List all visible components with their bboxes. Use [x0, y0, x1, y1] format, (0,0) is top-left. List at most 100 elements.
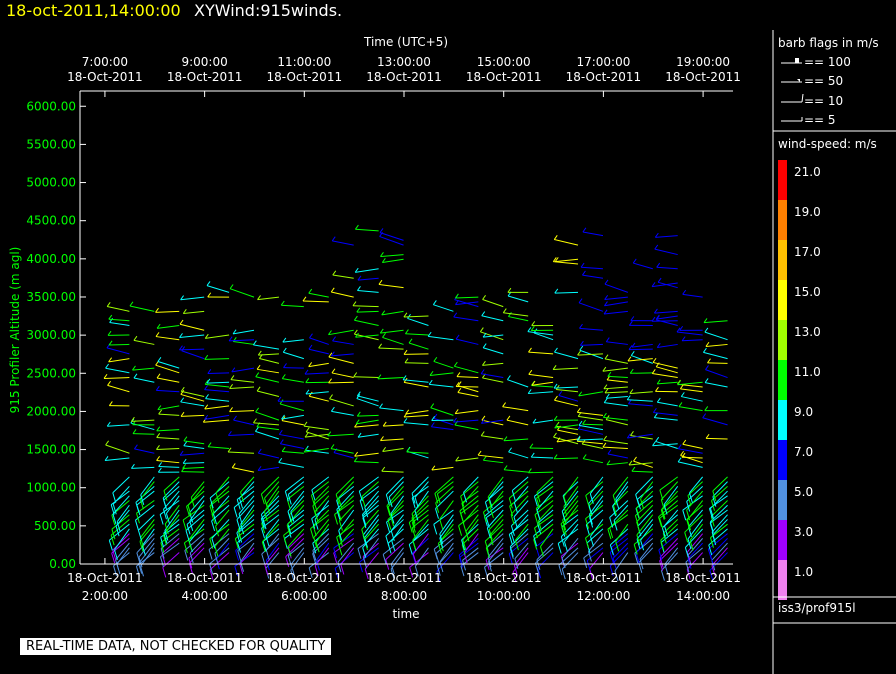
top-axis-label: Time (UTC+5) [363, 35, 448, 49]
wind-barb-flag [578, 420, 583, 426]
wind-barb [540, 528, 554, 547]
wind-barb-flag [439, 519, 444, 530]
wind-barb [356, 310, 379, 313]
wind-barb-flag [653, 413, 658, 418]
wind-barb [380, 329, 404, 334]
wind-barb [589, 476, 604, 494]
bottom-tick-date: 18-Oct-2011 [466, 571, 542, 585]
wind-barb-flag [704, 406, 709, 411]
wind-barb-flag [378, 343, 383, 349]
wind-barb [155, 336, 180, 341]
wind-barb-flag [655, 386, 659, 392]
wind-barb [155, 310, 180, 313]
wind-barb [553, 367, 579, 371]
wind-barb-flag [260, 493, 265, 505]
wind-barb-flag [635, 494, 640, 505]
y-tick-label: 2500.00 [26, 366, 76, 380]
wind-barb [654, 310, 678, 314]
wind-barb-flag [156, 433, 161, 438]
wind-barb [156, 429, 180, 432]
wind-barb [508, 451, 529, 459]
wind-barb-flag [309, 333, 313, 339]
wind-barb [654, 417, 678, 421]
top-tick-date: 18-Oct-2011 [67, 70, 143, 84]
wind-barb-flag [302, 296, 307, 302]
wind-barb-flag [330, 287, 335, 293]
bottom-tick-time: 4:00:00 [181, 589, 227, 603]
wind-barb [129, 305, 155, 312]
wind-barb-flag [359, 500, 364, 511]
barb-legend-full [801, 93, 804, 103]
wind-barb [502, 406, 529, 412]
wind-barb-flag [408, 544, 413, 555]
wind-barb [180, 401, 205, 407]
wind-barb-flag [482, 511, 487, 523]
barb-legend-label: == 5 [804, 113, 836, 127]
wind-barb [604, 301, 628, 307]
top-tick-date: 18-Oct-2011 [466, 70, 542, 84]
wind-barb-flag [502, 308, 507, 314]
wind-barb [130, 422, 155, 431]
wind-barb-flag [482, 455, 487, 461]
wind-barbs [103, 224, 728, 583]
wind-barb-flag [527, 327, 532, 332]
top-tick-date: 18-Oct-2011 [665, 70, 741, 84]
wind-barb [233, 419, 255, 426]
wind-barb [606, 419, 628, 426]
barb-legend-label: == 100 [804, 55, 851, 69]
wind-barb [629, 391, 653, 395]
wind-barb-flag [228, 336, 233, 342]
wind-barb [689, 476, 704, 494]
wind-barb [105, 444, 130, 454]
wind-barb-flag [579, 340, 584, 346]
wind-barb [253, 344, 280, 350]
wind-barb-flag [553, 383, 558, 389]
wind-barb-flag [705, 365, 709, 370]
wind-barb-flag [363, 558, 368, 569]
wind-barb [331, 410, 354, 416]
wind-barb-flag [631, 466, 636, 472]
wind-barb [706, 437, 728, 440]
wind-barb-flag [534, 514, 539, 525]
wind-barb [433, 360, 454, 369]
wind-barb [578, 302, 604, 312]
wind-barb-flag [103, 373, 108, 379]
wind-barb [531, 381, 554, 386]
wind-barb [404, 362, 429, 364]
wind-barb [112, 476, 130, 494]
wind-barb [689, 523, 704, 541]
wind-barb [332, 340, 354, 345]
wind-barb [528, 351, 554, 355]
wind-barb [181, 350, 205, 360]
wind-barb [703, 320, 728, 324]
wind-barb [455, 338, 479, 345]
bottom-tick-date: 18-Oct-2011 [167, 571, 243, 585]
wind-barb [357, 414, 379, 417]
barb-legend-label: == 50 [804, 74, 843, 88]
wind-barb [508, 316, 529, 322]
wind-barb [313, 485, 330, 502]
wind-barb [428, 335, 454, 341]
wind-barb-flag [577, 350, 582, 356]
wind-barb-flag [185, 530, 190, 541]
wind-barb-flag [183, 441, 188, 447]
wind-barb [434, 476, 454, 494]
y-tick-label: 0.00 [49, 557, 76, 571]
wind-barb [190, 481, 205, 498]
wind-barb [356, 419, 379, 425]
wind-barb [429, 383, 454, 388]
wind-barb [354, 424, 379, 428]
wind-barb [379, 232, 404, 241]
wind-barb-flag [479, 327, 484, 333]
wind-barb-flag [353, 315, 358, 321]
wind-barb [431, 426, 454, 431]
wind-barb-flag [507, 287, 512, 293]
wind-barb-flag [433, 524, 438, 535]
wind-barb-flag [256, 386, 261, 392]
wind-barb-flag [462, 522, 467, 533]
wind-barb-flag [206, 281, 211, 286]
wind-barb-flag [508, 447, 512, 453]
wind-barb [156, 447, 180, 450]
wind-barb [439, 500, 454, 520]
wind-barb [309, 395, 329, 402]
